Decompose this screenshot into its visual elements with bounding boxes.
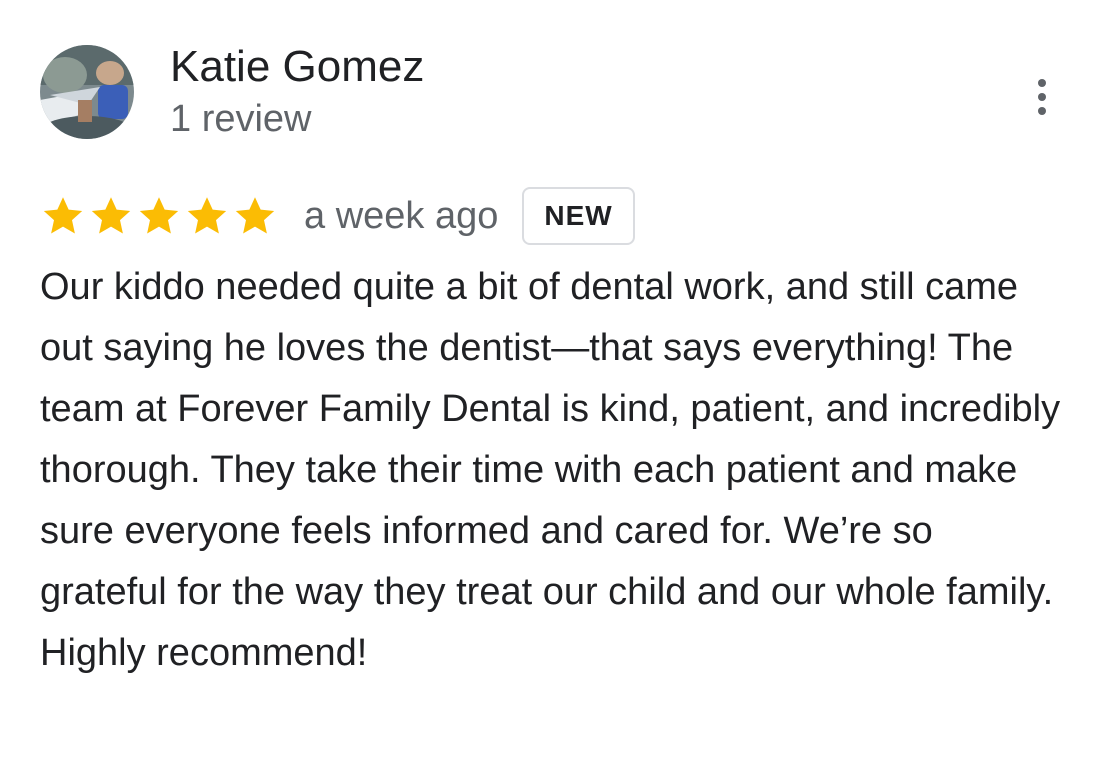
star-rating	[40, 193, 278, 239]
review-meta: a week ago NEW	[40, 185, 635, 247]
reviewer-review-count[interactable]: 1 review	[170, 96, 312, 142]
star-icon	[40, 193, 86, 239]
star-icon	[88, 193, 134, 239]
star-icon	[184, 193, 230, 239]
star-icon	[232, 193, 278, 239]
more-options-button[interactable]	[1020, 72, 1064, 122]
star-icon	[136, 193, 182, 239]
review-text: Our kiddo needed quite a bit of dental w…	[40, 266, 1061, 674]
profile-photo-icon	[40, 45, 134, 139]
more-vert-icon-dot	[1038, 107, 1046, 115]
avatar[interactable]	[40, 45, 134, 139]
review-time: a week ago	[304, 195, 499, 237]
reviewer-name[interactable]: Katie Gomez	[170, 40, 424, 94]
more-vert-icon	[1038, 79, 1046, 87]
more-vert-icon-dot	[1038, 93, 1046, 101]
new-badge: NEW	[522, 187, 635, 245]
